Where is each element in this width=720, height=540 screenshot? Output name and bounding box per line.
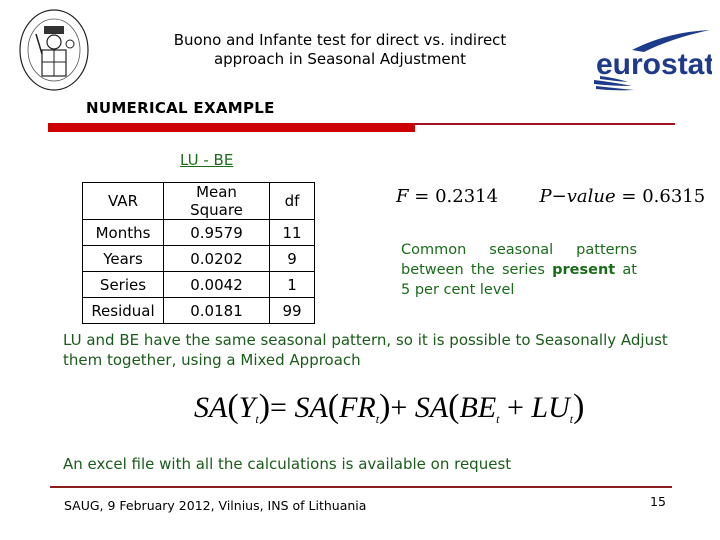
- slide-title-line-1: Buono and Infante test for direct vs. in…: [173, 31, 507, 49]
- table-row: Series 0.0042 1: [82, 271, 315, 298]
- footer-divider: [50, 486, 672, 488]
- table-row: Years 0.0202 9: [82, 245, 315, 272]
- eq-paren: (: [227, 388, 239, 425]
- svg-text:eurostat: eurostat: [596, 48, 712, 81]
- eq-paren: (: [327, 388, 340, 425]
- table-row: Residual 0.0181 99: [82, 297, 315, 324]
- p-equals: =: [621, 186, 637, 207]
- eq-sa: SA: [414, 391, 449, 424]
- mixed-approach-equation: SA(Yt)= SA(FRt)+ SA(BEt + LUt): [194, 388, 584, 427]
- slide-title: Buono and Infante test for direct vs. in…: [120, 31, 560, 69]
- header-df: df: [269, 182, 315, 220]
- cell-df: 11: [269, 219, 315, 246]
- university-seal-logo: [14, 4, 94, 94]
- p-label: P: [539, 186, 552, 207]
- eq-paren: ): [573, 388, 585, 425]
- anova-table: VAR Mean Square df Months 0.9579 11 Year…: [82, 182, 315, 324]
- cell-df: 9: [269, 245, 315, 272]
- f-equals: =: [414, 186, 430, 207]
- cell-var: Series: [82, 271, 164, 298]
- cell-df: 99: [269, 297, 315, 324]
- p-word: value: [566, 186, 616, 207]
- cell-df: 1: [269, 271, 315, 298]
- eq-equals: =: [270, 391, 287, 424]
- table-subtitle: LU - BE: [180, 151, 234, 169]
- eq-paren: ): [379, 388, 391, 425]
- accent-bar: [48, 123, 415, 132]
- table-row: Months 0.9579 11: [82, 219, 315, 246]
- f-label: F: [396, 186, 409, 207]
- test-statistics: F = 0.2314 P−value = 0.6315: [396, 186, 705, 207]
- eq-be: BE: [459, 391, 497, 424]
- cell-var: Years: [82, 245, 164, 272]
- cell-var: Months: [82, 219, 164, 246]
- eq-plus: +: [507, 391, 524, 424]
- note-emphasis: present: [552, 262, 616, 278]
- header-mean-square: Mean Square: [163, 182, 270, 220]
- eq-lu: LU: [531, 391, 570, 424]
- eq-y: Y: [238, 391, 256, 424]
- cell-mean-square: 0.9579: [163, 219, 270, 246]
- eq-sa: SA: [294, 391, 328, 424]
- eq-paren: (: [448, 388, 460, 425]
- table-header-row: VAR Mean Square df: [82, 182, 315, 220]
- page-number: 15: [650, 494, 666, 509]
- cell-mean-square: 0.0181: [163, 297, 270, 324]
- eq-plus: +: [390, 391, 408, 424]
- eurostat-logo: eurostat: [592, 28, 714, 94]
- cell-mean-square: 0.0202: [163, 245, 270, 272]
- section-heading: NUMERICAL EXAMPLE: [86, 99, 275, 117]
- conclusion-paragraph: LU and BE have the same seasonal pattern…: [63, 331, 668, 369]
- p-minus: −: [551, 186, 567, 207]
- accent-line: [415, 123, 675, 125]
- eq-sub-t: t: [496, 412, 500, 426]
- header-var: VAR: [82, 182, 164, 220]
- request-note: An excel file with all the calculations …: [63, 455, 512, 473]
- cell-mean-square: 0.0042: [163, 271, 270, 298]
- slide-title-line-2: approach in Seasonal Adjustment: [213, 50, 467, 68]
- eq-fr: FR: [339, 391, 376, 424]
- footer-text: SAUG, 9 February 2012, Vilnius, INS of L…: [64, 498, 367, 513]
- f-value: 0.2314: [435, 186, 499, 207]
- result-note: Common seasonal patterns between the ser…: [401, 240, 637, 300]
- eq-paren: ): [258, 388, 271, 425]
- p-value: 0.6315: [642, 186, 706, 207]
- cell-var: Residual: [82, 297, 164, 324]
- eq-sa: SA: [194, 391, 228, 424]
